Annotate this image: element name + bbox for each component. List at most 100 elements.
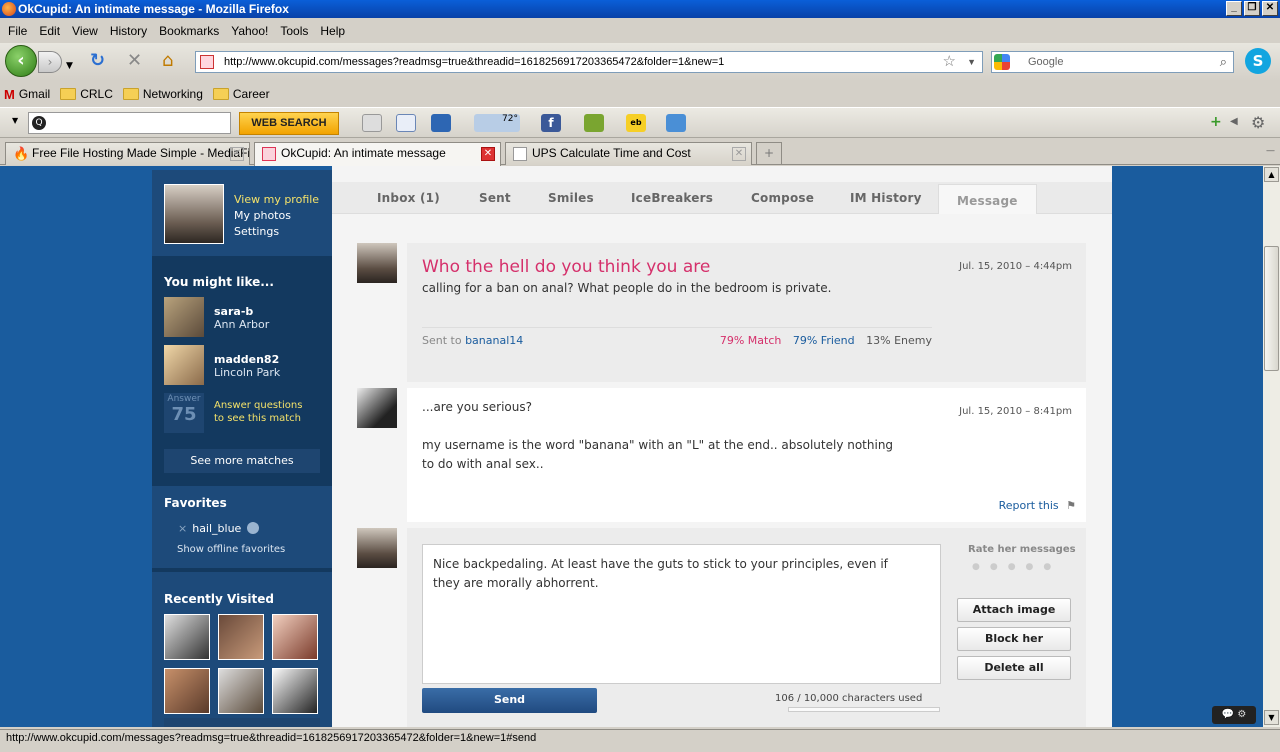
menu-history[interactable]: History: [104, 24, 153, 38]
match-photo[interactable]: [164, 297, 204, 337]
tab-icebreakers[interactable]: IceBreakers: [631, 191, 713, 205]
search-icon[interactable]: ⌕: [1220, 52, 1227, 72]
skype-icon[interactable]: S: [1245, 48, 1271, 74]
match-photo[interactable]: [164, 345, 204, 385]
match-item[interactable]: madden82 Lincoln Park: [164, 345, 324, 385]
news-icon[interactable]: [362, 114, 382, 132]
site-favicon-icon: [200, 55, 214, 69]
send-button[interactable]: Send: [422, 688, 597, 713]
forward-button[interactable]: ›: [38, 51, 62, 73]
menu-yahoo[interactable]: Yahoo!: [225, 24, 274, 38]
rating-stars[interactable]: ●●●●●: [972, 562, 1061, 572]
tab-list-icon[interactable]: —: [1266, 146, 1275, 156]
stop-icon[interactable]: ✕: [127, 51, 142, 71]
profile-box: View my profile My photos Settings: [152, 170, 332, 256]
show-offline-link[interactable]: Show offline favorites: [177, 544, 285, 555]
rate-label: Rate her messages: [968, 544, 1076, 555]
tab-okcupid[interactable]: OkCupid: An intimate message ✕: [254, 142, 501, 166]
home-icon[interactable]: ⌂: [162, 51, 173, 71]
history-dropdown-icon[interactable]: ▼: [66, 56, 73, 76]
answer-count-box[interactable]: Answer 75: [164, 393, 204, 433]
recipient-link[interactable]: bananal14: [465, 334, 523, 347]
recent-photo[interactable]: [218, 614, 264, 660]
my-avatar[interactable]: [357, 528, 397, 568]
scroll-down-icon[interactable]: ▼: [1264, 710, 1279, 725]
tab-compose[interactable]: Compose: [751, 191, 814, 205]
toolbar-menu-dropdown-icon[interactable]: ▼: [12, 116, 18, 125]
weather-icon[interactable]: 72°: [474, 114, 520, 132]
add-button-icon[interactable]: +: [1210, 114, 1222, 130]
mail-icon[interactable]: [431, 114, 451, 132]
recent-photo[interactable]: [164, 614, 210, 660]
url-dropdown-icon[interactable]: ▼: [967, 52, 976, 72]
sidebar-bottom-button[interactable]: [164, 718, 320, 727]
tab-im-history[interactable]: IM History: [850, 191, 922, 205]
new-tab-button[interactable]: +: [756, 142, 782, 164]
navigation-toolbar: ‹ › ▼ ↻ ✕ ⌂ http://www.okcupid.com/messa…: [0, 43, 1280, 81]
recent-photo[interactable]: [272, 614, 318, 660]
block-her-button[interactable]: Block her: [957, 627, 1071, 651]
tab-sent[interactable]: Sent: [479, 191, 511, 205]
match-name[interactable]: sara-b: [214, 305, 253, 318]
match-name[interactable]: madden82: [214, 353, 279, 366]
ebay-icon[interactable]: eb: [626, 114, 646, 132]
see-more-matches-button[interactable]: See more matches: [164, 449, 320, 473]
minimize-button[interactable]: _: [1226, 1, 1242, 16]
match-item[interactable]: sara-b Ann Arbor: [164, 297, 324, 337]
restore-button[interactable]: ❐: [1244, 1, 1260, 16]
menu-edit[interactable]: Edit: [33, 24, 66, 38]
delete-all-button[interactable]: Delete all: [957, 656, 1071, 680]
settings-link[interactable]: Settings: [234, 224, 319, 240]
tab-inbox[interactable]: Inbox (1): [377, 191, 440, 205]
search-engine-box[interactable]: Google ⌕: [991, 51, 1234, 73]
address-bar[interactable]: http://www.okcupid.com/messages?readmsg=…: [195, 51, 983, 73]
tab-message[interactable]: Message: [938, 184, 1037, 214]
yahoo-answers-icon[interactable]: [584, 114, 604, 132]
tab-mediafire[interactable]: 🔥 Free File Hosting Made Simple - MediaF…: [5, 142, 250, 165]
close-tab-icon[interactable]: ✕: [481, 147, 495, 161]
bookmark-crlc[interactable]: CRLC: [60, 87, 113, 101]
my-photos-link[interactable]: My photos: [234, 208, 319, 224]
recent-photo[interactable]: [218, 668, 264, 714]
close-tab-icon[interactable]: ✕: [230, 147, 244, 161]
sender-avatar[interactable]: [357, 243, 397, 283]
chat-widget[interactable]: 💬 ⚙: [1212, 706, 1256, 724]
bookmark-gmail[interactable]: M Gmail: [4, 87, 50, 102]
close-window-button[interactable]: ✕: [1262, 1, 1278, 16]
reload-icon[interactable]: ↻: [90, 51, 105, 71]
vertical-scrollbar[interactable]: ▲ ▼: [1263, 166, 1280, 727]
bookmark-star-icon[interactable]: ☆: [943, 52, 956, 72]
bookmark-networking[interactable]: Networking: [122, 87, 203, 101]
reply-textarea[interactable]: Nice backpedaling. At least have the gut…: [422, 544, 941, 684]
widgets-icon[interactable]: [666, 114, 686, 132]
web-search-button[interactable]: WEB SEARCH: [239, 112, 339, 135]
answer-questions-link[interactable]: Answer questions to see this match: [214, 399, 302, 425]
recent-photo[interactable]: [272, 668, 318, 714]
facebook-icon[interactable]: f: [541, 114, 561, 132]
tab-smiles[interactable]: Smiles: [548, 191, 594, 205]
menu-file[interactable]: File: [2, 24, 33, 38]
scroll-thumb[interactable]: [1264, 246, 1279, 371]
report-link[interactable]: Report this ⚑: [999, 499, 1076, 512]
google-logo-icon[interactable]: [994, 54, 1010, 70]
bookmarks-tool-icon[interactable]: [396, 114, 416, 132]
menu-help[interactable]: Help: [314, 24, 351, 38]
view-profile-link[interactable]: View my profile: [234, 192, 319, 208]
attach-image-button[interactable]: Attach image: [957, 598, 1071, 622]
remove-favorite-icon[interactable]: ×: [178, 522, 187, 535]
menu-tools[interactable]: Tools: [274, 24, 314, 38]
tab-ups[interactable]: UPS Calculate Time and Cost ✕: [505, 142, 752, 165]
gear-icon[interactable]: ⚙: [1251, 113, 1265, 132]
close-tab-icon[interactable]: ✕: [732, 147, 746, 161]
favorite-item[interactable]: × hail_blue: [178, 522, 260, 535]
recent-photo[interactable]: [164, 668, 210, 714]
back-button[interactable]: ‹: [5, 45, 37, 77]
sender-avatar[interactable]: [357, 388, 397, 428]
menu-bookmarks[interactable]: Bookmarks: [153, 24, 225, 38]
bookmark-career[interactable]: Career: [212, 87, 270, 101]
scroll-left-icon[interactable]: ◀: [1230, 116, 1238, 127]
user-avatar[interactable]: [164, 184, 224, 244]
toolbar-search-input[interactable]: Q: [28, 112, 231, 134]
scroll-up-icon[interactable]: ▲: [1264, 167, 1279, 182]
menu-view[interactable]: View: [66, 24, 104, 38]
